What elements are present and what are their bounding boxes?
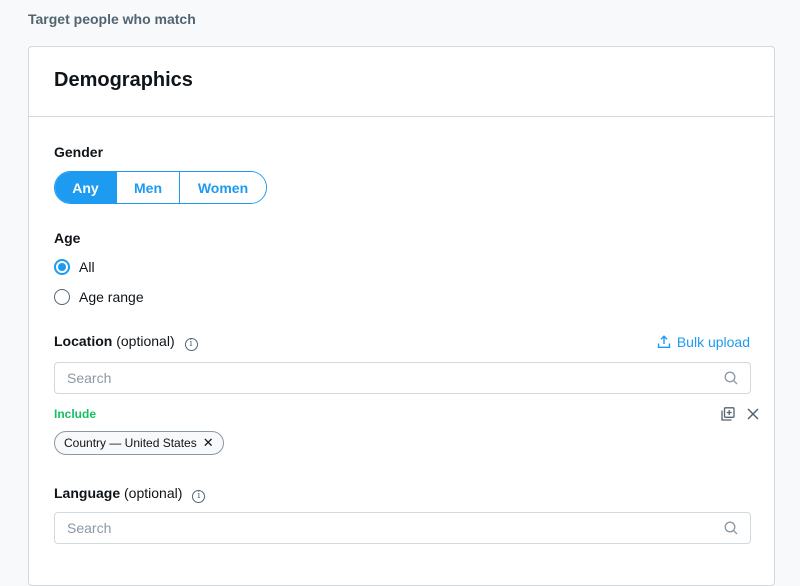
location-search-input[interactable] bbox=[67, 370, 724, 386]
info-icon[interactable]: i bbox=[184, 338, 198, 351]
language-search-field[interactable] bbox=[54, 512, 751, 544]
age-range-label: Age range bbox=[79, 289, 144, 305]
language-label-text: Language bbox=[54, 485, 121, 501]
age-all-radio-row[interactable]: All bbox=[54, 259, 95, 275]
location-chip: Country — United States ✕ bbox=[54, 431, 224, 455]
gender-segmented-control: Any Men Women bbox=[54, 171, 267, 204]
age-range-radio[interactable] bbox=[54, 289, 70, 305]
age-range-radio-row[interactable]: Age range bbox=[54, 289, 144, 305]
include-label: Include bbox=[54, 407, 97, 421]
language-search-input[interactable] bbox=[67, 520, 724, 536]
language-optional-text: (optional) bbox=[124, 485, 183, 501]
age-label: Age bbox=[54, 230, 81, 246]
location-optional-text: (optional) bbox=[116, 333, 175, 349]
close-icon[interactable] bbox=[747, 408, 759, 420]
demographics-card: Demographics Gender Any Men Women Age Al… bbox=[28, 46, 775, 586]
gender-any-button[interactable]: Any bbox=[55, 172, 117, 203]
location-chip-label: Country — United States bbox=[64, 436, 197, 450]
card-header: Demographics bbox=[29, 47, 774, 117]
search-icon bbox=[724, 521, 738, 535]
location-label-text: Location bbox=[54, 333, 113, 349]
remove-chip-icon[interactable]: ✕ bbox=[203, 435, 214, 451]
age-all-radio[interactable] bbox=[54, 259, 70, 275]
bulk-upload-label: Bulk upload bbox=[676, 334, 750, 350]
location-search-field[interactable] bbox=[54, 362, 751, 394]
location-label: Location (optional) i bbox=[54, 333, 198, 351]
duplicate-icon[interactable] bbox=[721, 407, 735, 421]
upload-icon bbox=[657, 335, 671, 348]
gender-women-button[interactable]: Women bbox=[180, 172, 266, 203]
language-label: Language (optional) i bbox=[54, 485, 206, 503]
bulk-upload-link[interactable]: Bulk upload bbox=[657, 334, 750, 350]
age-all-label: All bbox=[79, 259, 95, 275]
info-icon[interactable]: i bbox=[192, 490, 206, 503]
gender-men-button[interactable]: Men bbox=[117, 172, 180, 203]
search-icon bbox=[724, 371, 738, 385]
section-title: Target people who match bbox=[28, 11, 196, 27]
gender-label: Gender bbox=[54, 144, 104, 160]
card-title: Demographics bbox=[54, 69, 193, 91]
